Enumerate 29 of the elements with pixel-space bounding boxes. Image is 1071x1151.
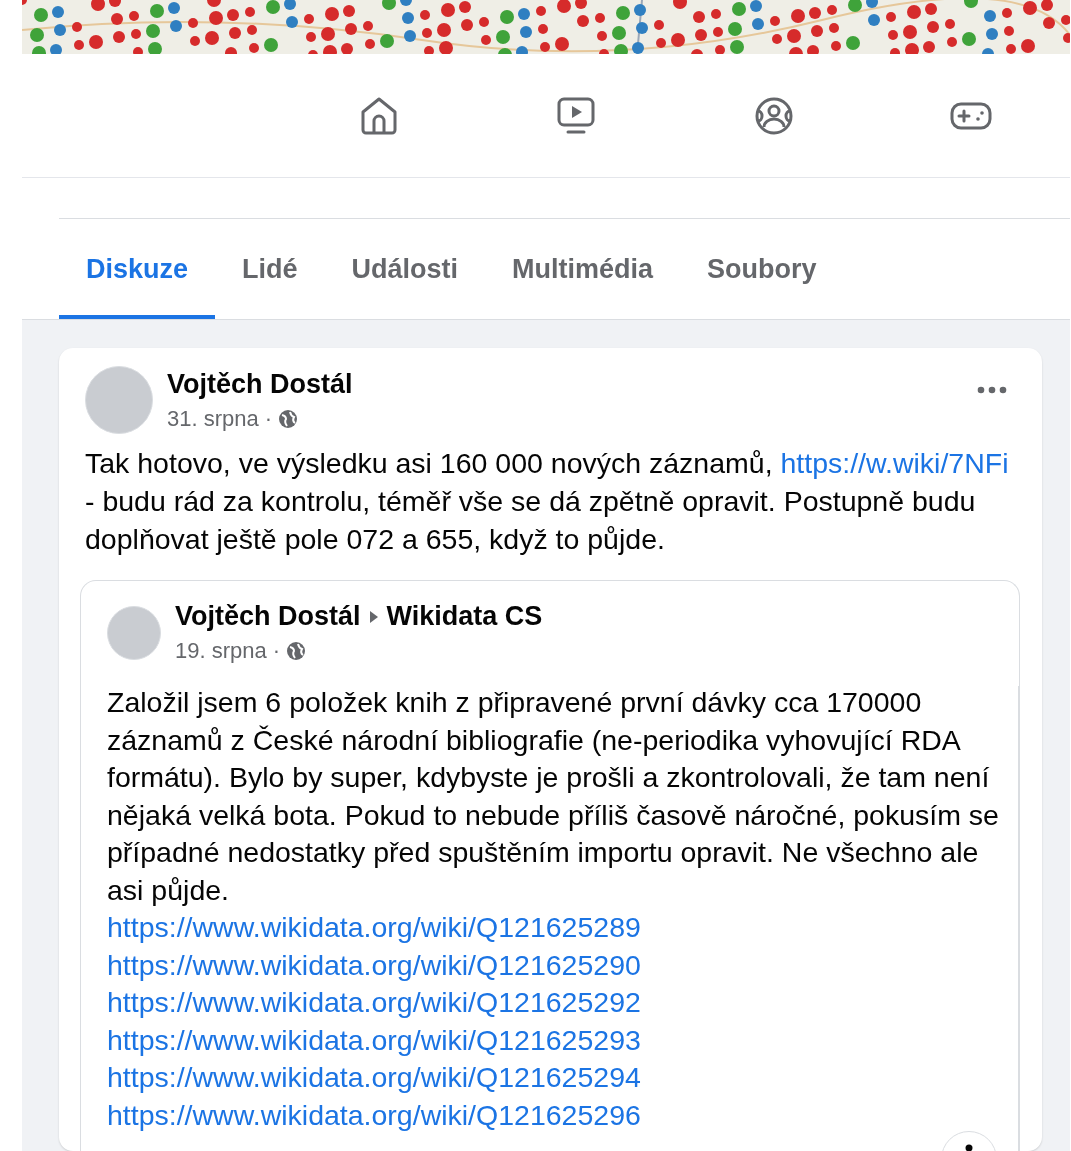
link[interactable]: https://www.wikidata.org/wiki/Q121625296 bbox=[107, 1096, 641, 1134]
tab[interactable]: Lidé bbox=[215, 223, 325, 319]
avatar bbox=[107, 605, 161, 660]
link[interactable]: https://www.wikidata.org/wiki/Q121625293 bbox=[107, 1021, 641, 1059]
tab[interactable]: Multimédia bbox=[485, 223, 681, 319]
video-icon bbox=[556, 95, 597, 136]
gamepad-icon bbox=[950, 100, 993, 131]
home-icon bbox=[359, 95, 398, 136]
post-text: Tak hotovo, ve výsledku asi 160 000 nových záznamů, https://w.wiki/7NFi - budu rád za kontrolu, téměř vše se dá zpětně opravit. Postupně budu doplňovat ještě pole 072 a 655, když to půjde. bbox=[85, 446, 1010, 557]
separator: · bbox=[272, 638, 281, 664]
author-name[interactable]: Vojtěch Dostál bbox=[175, 601, 361, 632]
link[interactable]: https://www.wikidata.org/wiki/Q121625292 bbox=[107, 984, 641, 1022]
link[interactable]: https://www.wikidata.org/wiki/Q121625294 bbox=[107, 1059, 641, 1097]
author-name[interactable]: Vojtěch Dostál bbox=[167, 368, 353, 400]
post-date[interactable]: 19. srpna bbox=[175, 638, 267, 664]
link[interactable]: https://www.wikidata.org/wiki/Q121625289 bbox=[107, 909, 641, 947]
post-text: Založil jsem 6 položek knih z připravené první dávky cca 170000 záznamů z České národní bibliografie (ne-periodika vyhovující RDA formátu). Bylo by super, kdybyste je prošli a zkontrolovali, že tam není nějaká velká bota. Pokud to nebude příliš časově náročné, pokusím se případné nedostatky před spuštěním importu opravit. Ne všechno ale asi půjde. bbox=[107, 685, 1000, 908]
globe-icon bbox=[286, 641, 307, 661]
tab[interactable]: Události bbox=[324, 223, 486, 319]
tab[interactable]: Diskuze bbox=[59, 223, 216, 319]
link[interactable]: https://w.wiki/7NFi bbox=[780, 447, 1009, 479]
separator: · bbox=[264, 405, 273, 432]
triangle-icon bbox=[368, 609, 379, 624]
post-date[interactable]: 31. srpna bbox=[167, 405, 259, 432]
tab[interactable]: Soubory bbox=[680, 223, 844, 319]
globe-icon bbox=[278, 408, 299, 429]
groups-icon bbox=[753, 95, 794, 136]
link[interactable]: https://www.wikidata.org/wiki/Q121625290 bbox=[107, 946, 641, 984]
group-name[interactable]: Wikidata CS bbox=[386, 601, 543, 632]
